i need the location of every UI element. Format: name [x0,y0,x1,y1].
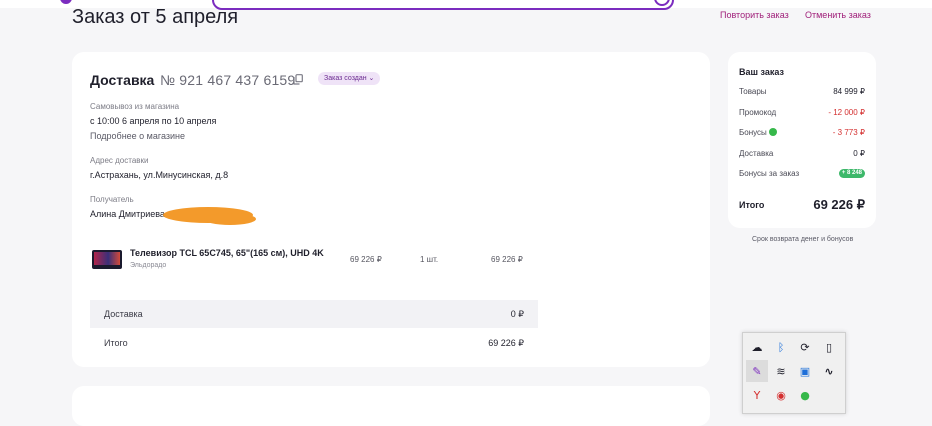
summary-promo-value: - 12 000 ₽ [828,108,865,117]
product-quantity: 1 шт. [420,255,439,264]
pickup-label: Самовывоз из магазина [90,102,180,111]
earned-bonus-badge: + 8 248 [838,169,865,178]
summary-total-label: Итого [739,200,765,210]
summary-delivery-value: 0 ₽ [853,149,865,158]
order-number: № 921 467 437 6159 [160,72,296,88]
store-details-link[interactable]: Подробнее о магазине [90,131,185,141]
delivery-title: Доставка [90,72,155,88]
delivery-cost-row: Доставка 0 ₽ [90,300,538,328]
repeat-order-link[interactable]: Повторить заказ [720,10,789,20]
summary-promo-label: Промокод [739,108,777,117]
summary-delivery-label: Доставка [739,149,774,158]
next-order-card [72,386,710,426]
system-tray-popup: ☁ ᛒ ⟳ ▯ ✎ ≋ ▣ ∿ Y ◉ ● [742,332,846,414]
page-title: Заказ от 5 апреля [72,6,239,28]
search-bar[interactable] [212,0,674,10]
summary-bonus-value: - 3 773 ₽ [832,128,865,137]
logo[interactable] [60,0,72,4]
product-total: 69 226 ₽ [491,255,523,264]
wifi-icon[interactable]: ≋ [770,360,792,382]
address-label: Адрес доставки [90,156,149,165]
total-value: 69 226 ₽ [488,338,524,348]
pickup-dates: с 10:00 6 апреля по 10 апреля [90,116,217,126]
status-badge[interactable]: Заказ создан ⌄ [318,72,381,85]
summary-bonus-label: Бонусы [739,128,767,137]
cancel-order-link[interactable]: Отменить заказ [805,10,871,20]
summary-goods-value: 84 999 ₽ [833,87,865,96]
product-price: 69 226 ₽ [350,255,382,264]
summary-bonus-row: Бонусы [739,128,777,137]
summary-goods-label: Товары [739,87,767,96]
summary-title: Ваш заказ [739,67,784,77]
total-label: Итого [104,338,128,348]
recipient-name: Алина Дмитриева [90,209,165,219]
sync-icon[interactable]: ⟳ [794,336,816,358]
recipient-label: Получатель [90,195,134,204]
summary-total-value: 69 226 ₽ [813,197,865,212]
bonus-icon [768,128,777,136]
product-image[interactable] [92,250,122,269]
bluetooth-icon[interactable]: ᛒ [770,336,792,358]
product-name[interactable]: Телевизор TCL 65C745, 65"(165 см), UHD 4… [130,248,324,258]
cloud-icon[interactable]: ☁ [746,336,768,358]
redaction-blob [163,207,256,225]
search-icon[interactable] [654,0,670,6]
battery-icon[interactable]: ▯ [818,336,840,358]
order-summary-card: Ваш заказ Товары 84 999 ₽ Промокод - 12 … [728,52,876,228]
stylus-icon[interactable]: ∿ [818,360,840,382]
product-seller: Эльдорадо [130,262,167,269]
delivery-cost-value: 0 ₽ [510,309,524,319]
summary-earned-bonus-label: Бонусы за заказ [739,169,800,178]
total-row: Итого 69 226 ₽ [90,329,538,357]
pen-icon[interactable]: ✎ [746,360,768,382]
delivery-cost-label: Доставка [104,309,143,319]
app-icon[interactable]: ▣ [794,360,816,382]
delivery-address: г.Астрахань, ул.Минусинская, д.8 [90,170,229,180]
return-terms-link[interactable]: Срок возврата денег и бонусов [752,236,853,243]
copy-icon[interactable] [293,74,303,85]
